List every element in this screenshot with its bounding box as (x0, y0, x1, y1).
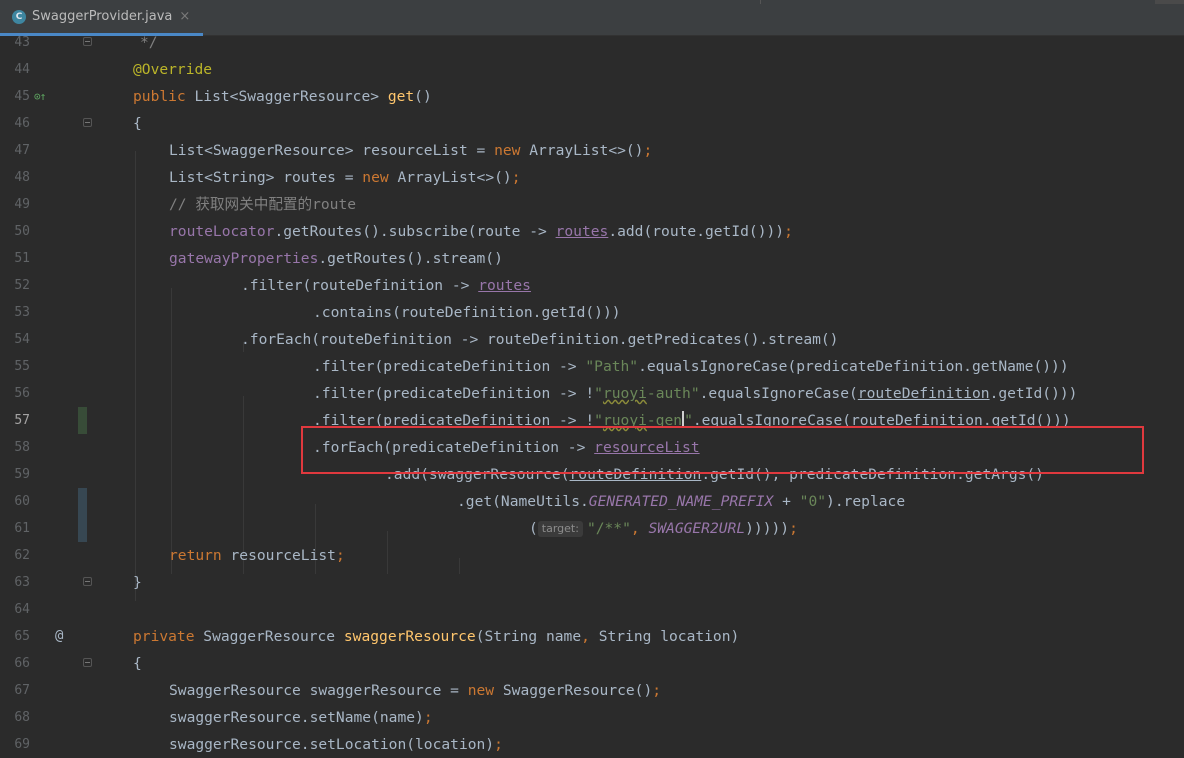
code-text: .contains(routeDefinition.getId())) (313, 304, 621, 321)
line-number: 56 (14, 386, 30, 401)
code-line: 43 */ (0, 29, 1184, 56)
line-number: 61 (14, 521, 30, 536)
line-number: 45 (14, 89, 30, 104)
line-number: 60 (14, 494, 30, 509)
code-text: swaggerResource.setLocation(location); (169, 736, 503, 753)
code-line: 55 .filter(predicateDefinition -> "Path"… (0, 353, 1184, 380)
code-text: { (133, 655, 142, 672)
code-text: return resourceList; (169, 547, 345, 564)
line-number: 51 (14, 251, 30, 266)
code-line: 53 .contains(routeDefinition.getId())) (0, 299, 1184, 326)
code-text: { (133, 115, 142, 132)
code-line: 56 .filter(predicateDefinition -> !"ruoy… (0, 380, 1184, 407)
line-number: 43 (14, 35, 30, 50)
code-line: 66 { (0, 650, 1184, 677)
code-text: (target: "/**", SWAGGER2URL))))); (529, 520, 798, 537)
code-line: 63 } (0, 569, 1184, 596)
code-editor[interactable]: ⊙↑ @ 43 */ 44 @Override 45 public List<S… (0, 29, 1184, 753)
code-text: .filter(predicateDefinition -> !"ruoyi-a… (313, 385, 1078, 402)
line-number: 66 (14, 656, 30, 671)
code-line: 45 public List<SwaggerResource> get() (0, 83, 1184, 110)
code-text: List<SwaggerResource> resourceList = new… (169, 142, 653, 159)
code-text: .forEach(routeDefinition -> routeDefinit… (241, 331, 839, 348)
line-number: 58 (14, 440, 30, 455)
code-line: 49 // 获取网关中配置的route (0, 191, 1184, 218)
line-number: 54 (14, 332, 30, 347)
line-number: 46 (14, 116, 30, 131)
code-line: 68 swaggerResource.setName(name); (0, 704, 1184, 731)
line-number: 53 (14, 305, 30, 320)
line-number: 64 (14, 602, 30, 617)
code-line: 62 return resourceList; (0, 542, 1184, 569)
highlight-box (301, 426, 1144, 474)
code-line: 50 routeLocator.getRoutes().subscribe(ro… (0, 218, 1184, 245)
code-line: 61 (target: "/**", SWAGGER2URL))))); (0, 515, 1184, 542)
code-text: */ (140, 34, 158, 51)
line-number: 50 (14, 224, 30, 239)
code-line: 46 { (0, 110, 1184, 137)
code-line: 52 .filter(routeDefinition -> routes (0, 272, 1184, 299)
line-number: 65 (14, 629, 30, 644)
code-text: // 获取网关中配置的route (169, 196, 357, 213)
code-text: } (133, 574, 142, 591)
line-number: 62 (14, 548, 30, 563)
code-text: gatewayProperties.getRoutes().stream() (169, 250, 503, 267)
tab-divider (1155, 0, 1184, 4)
code-text: SwaggerResource swaggerResource = new Sw… (169, 682, 662, 699)
code-line: 44 @Override (0, 56, 1184, 83)
code-text: routeLocator.getRoutes().subscribe(route… (169, 223, 793, 240)
code-line: 69 swaggerResource.setLocation(location)… (0, 731, 1184, 758)
line-number: 55 (14, 359, 30, 374)
code-text: List<String> routes = new ArrayList<>(); (169, 169, 521, 186)
java-class-icon: C (12, 9, 26, 24)
code-line: 67 SwaggerResource swaggerResource = new… (0, 677, 1184, 704)
code-line: 65 private SwaggerResource swaggerResour… (0, 623, 1184, 650)
line-number: 57 (14, 413, 30, 428)
line-number: 52 (14, 278, 30, 293)
code-line: 64 (0, 596, 1184, 623)
tab-divider (760, 0, 761, 4)
line-number: 49 (14, 197, 30, 212)
line-number: 68 (14, 710, 30, 725)
code-line: 47 List<SwaggerResource> resourceList = … (0, 137, 1184, 164)
code-text: .filter(predicateDefinition -> "Path".eq… (313, 358, 1069, 375)
code-text: swaggerResource.setName(name); (169, 709, 433, 726)
code-text: public List<SwaggerResource> get() (133, 88, 432, 105)
code-line: 60 .get(NameUtils.GENERATED_NAME_PREFIX … (0, 488, 1184, 515)
line-number: 67 (14, 683, 30, 698)
tab-label: SwaggerProvider.java (32, 9, 173, 24)
code-line: 51 gatewayProperties.getRoutes().stream(… (0, 245, 1184, 272)
line-number: 69 (14, 737, 30, 752)
line-number: 63 (14, 575, 30, 590)
code-line: 48 List<String> routes = new ArrayList<>… (0, 164, 1184, 191)
parameter-hint: target: (537, 521, 583, 537)
code-text: @Override (133, 61, 213, 78)
line-number: 48 (14, 170, 30, 185)
code-line: 54 .forEach(routeDefinition -> routeDefi… (0, 326, 1184, 353)
code-text: .filter(routeDefinition -> routes (241, 277, 531, 294)
code-text: .get(NameUtils.GENERATED_NAME_PREFIX + "… (457, 493, 906, 510)
line-number: 44 (14, 62, 30, 77)
line-number: 59 (14, 467, 30, 482)
line-number: 47 (14, 143, 30, 158)
code-text: private SwaggerResource swaggerResource(… (133, 628, 740, 645)
close-tab-icon[interactable]: × (179, 9, 190, 24)
